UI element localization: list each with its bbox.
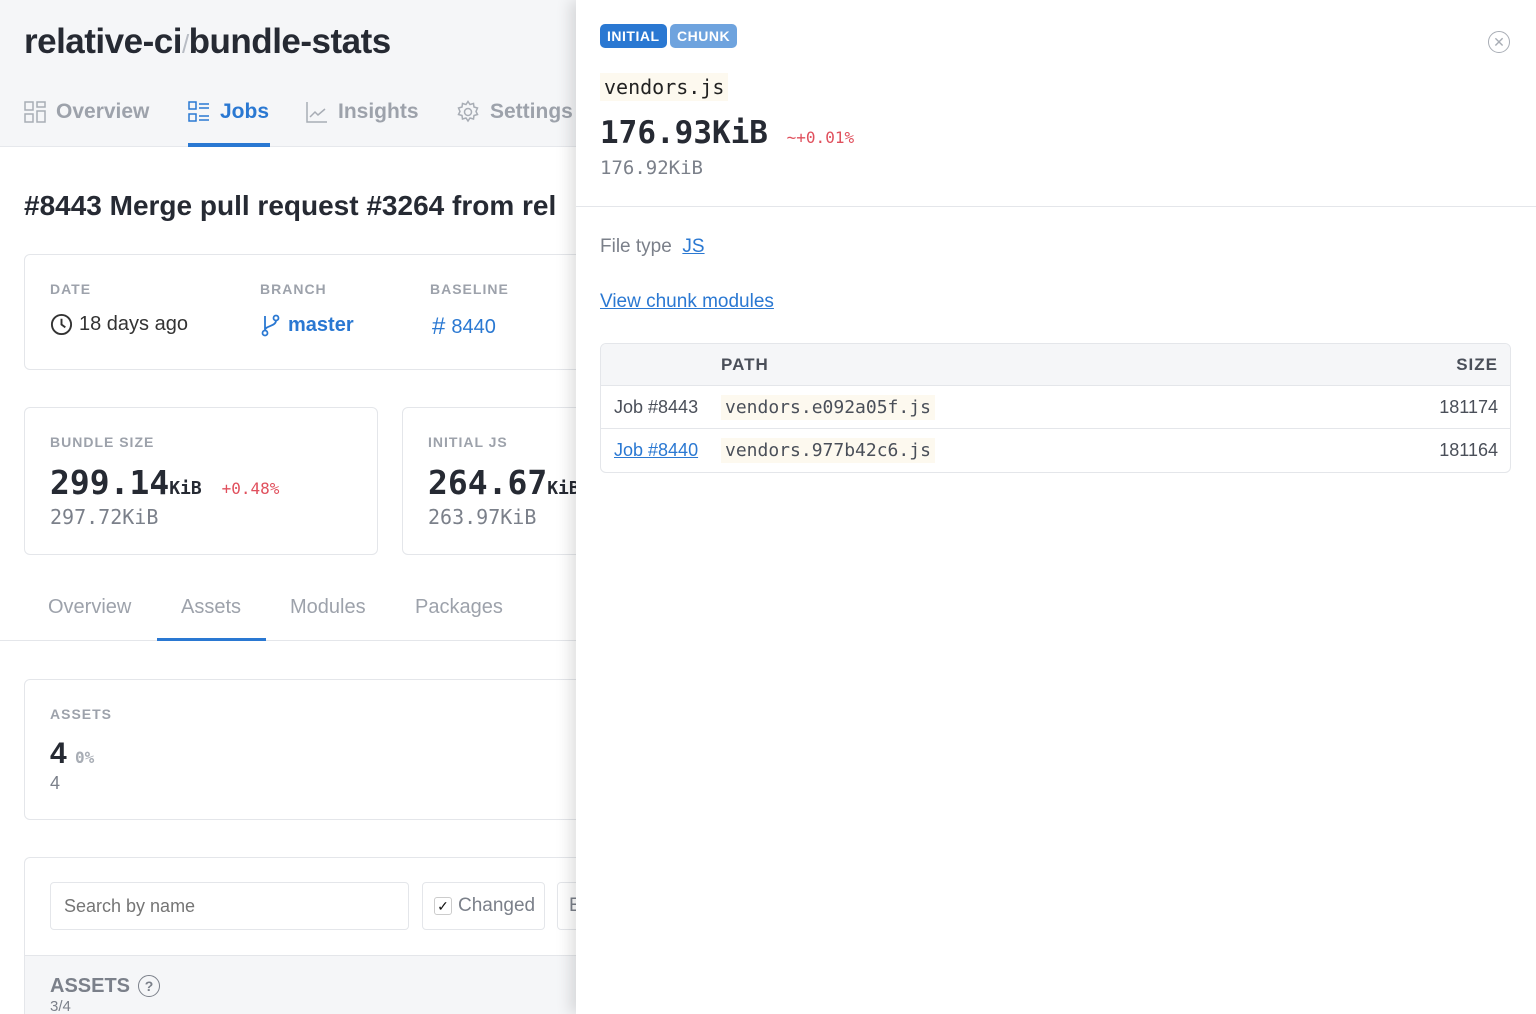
clock-icon <box>50 313 73 336</box>
search-input[interactable] <box>50 882 409 930</box>
assets-table-title: ASSETS? <box>50 975 161 997</box>
file-type-link[interactable]: JS <box>682 236 704 257</box>
assets-count: 3/4 <box>50 998 71 1014</box>
tab-overview[interactable]: Overview <box>48 596 131 619</box>
asset-jobs-table: PATH SIZE Job #8443 vendors.e092a05f.js 181… <box>600 343 1511 473</box>
tab-assets[interactable]: Assets <box>181 596 241 619</box>
assets-baseline: 4 <box>50 773 61 793</box>
metric-value: 264.67KiB <box>428 463 580 502</box>
baseline-label: BASELINE <box>430 281 509 297</box>
nav-label: Settings <box>490 100 573 123</box>
table-row: Job #8443 vendors.e092a05f.js 181174 <box>601 386 1510 429</box>
col-header-size: SIZE <box>1313 344 1510 386</box>
baseline-link[interactable]: #8440 <box>432 313 496 341</box>
size-cell: 181174 <box>1313 386 1510 429</box>
file-type: File type JS <box>600 236 705 257</box>
divider <box>576 206 1536 207</box>
file-name: vendors.js <box>600 73 729 101</box>
close-icon[interactable]: ✕ <box>1488 31 1510 53</box>
job-cell: Job #8443 <box>601 386 721 429</box>
asset-size: 176.93KiB ~+0.01% <box>600 115 855 151</box>
nav-label: Jobs <box>220 100 270 123</box>
baseline-size: 176.92KiB <box>600 157 703 179</box>
metric-value: 299.14KiB +0.48% <box>50 463 280 502</box>
nav-insights[interactable]: Insights <box>306 96 419 128</box>
help-icon[interactable]: ? <box>138 975 161 997</box>
table-row: Job #8440 vendors.977b42c6.js 181164 <box>601 429 1510 472</box>
git-branch-icon <box>261 314 280 337</box>
date-value: 18 days ago <box>50 313 188 336</box>
tab-packages[interactable]: Packages <box>415 596 503 619</box>
job-page: relative-ci/bundle-stats Overview Jobs I… <box>0 0 580 1014</box>
size-cell: 181164 <box>1439 440 1498 460</box>
active-nav-indicator <box>188 143 270 147</box>
job-link[interactable]: Job #8440 <box>614 440 698 460</box>
dashboard-icon <box>24 101 46 123</box>
metric-baseline: 297.72KiB <box>50 505 159 529</box>
initial-badge: INITIAL <box>600 24 667 48</box>
path-cell: vendors.e092a05f.js <box>721 394 935 420</box>
changed-filter[interactable]: ✓ Changed <box>422 882 545 930</box>
branch-label: BRANCH <box>260 281 327 297</box>
metric-delta: +0.48% <box>221 479 280 498</box>
asset-detail-panel: INITIAL CHUNK ✕ vendors.js 176.93KiB ~+0… <box>576 0 1536 1014</box>
metric-label: INITIAL JS <box>428 434 508 450</box>
org-link[interactable]: relative-ci <box>24 22 182 61</box>
tab-modules[interactable]: Modules <box>290 596 366 619</box>
hash-icon: # <box>432 313 446 340</box>
chart-icon <box>306 102 327 123</box>
job-title: #8443 Merge pull request #3264 from rel <box>24 190 557 221</box>
date-label: DATE <box>50 281 92 297</box>
active-tab-indicator <box>157 638 266 641</box>
assets-label: ASSETS <box>50 706 113 722</box>
branch-link[interactable]: master <box>260 313 354 337</box>
gear-icon <box>457 100 479 123</box>
nav-jobs[interactable]: Jobs <box>188 96 269 128</box>
assets-summary-card <box>24 679 580 820</box>
view-chunk-modules-link[interactable]: View chunk modules <box>600 291 774 313</box>
col-header-job <box>601 344 721 386</box>
separator: / <box>181 29 189 59</box>
col-header-path: PATH <box>721 344 1314 386</box>
metric-label: BUNDLE SIZE <box>50 434 155 450</box>
repo-link[interactable]: bundle-stats <box>189 22 392 61</box>
path-cell: vendors.977b42c6.js <box>721 438 935 463</box>
list-icon <box>188 101 209 122</box>
chunk-badge: CHUNK <box>670 24 738 48</box>
size-delta: ~+0.01% <box>786 128 855 147</box>
page-title: relative-ci/bundle-stats <box>24 22 391 62</box>
job-meta-card <box>24 254 580 370</box>
checkbox-checked-icon[interactable]: ✓ <box>434 897 452 915</box>
nav-label: Insights <box>338 100 419 123</box>
tabs-divider <box>0 640 580 641</box>
assets-value: 4 0% <box>50 737 95 770</box>
metric-baseline: 263.97KiB <box>428 505 537 529</box>
nav-overview[interactable]: Overview <box>24 96 149 128</box>
nav-label: Overview <box>56 100 150 123</box>
nav-settings[interactable]: Settings <box>456 96 573 128</box>
